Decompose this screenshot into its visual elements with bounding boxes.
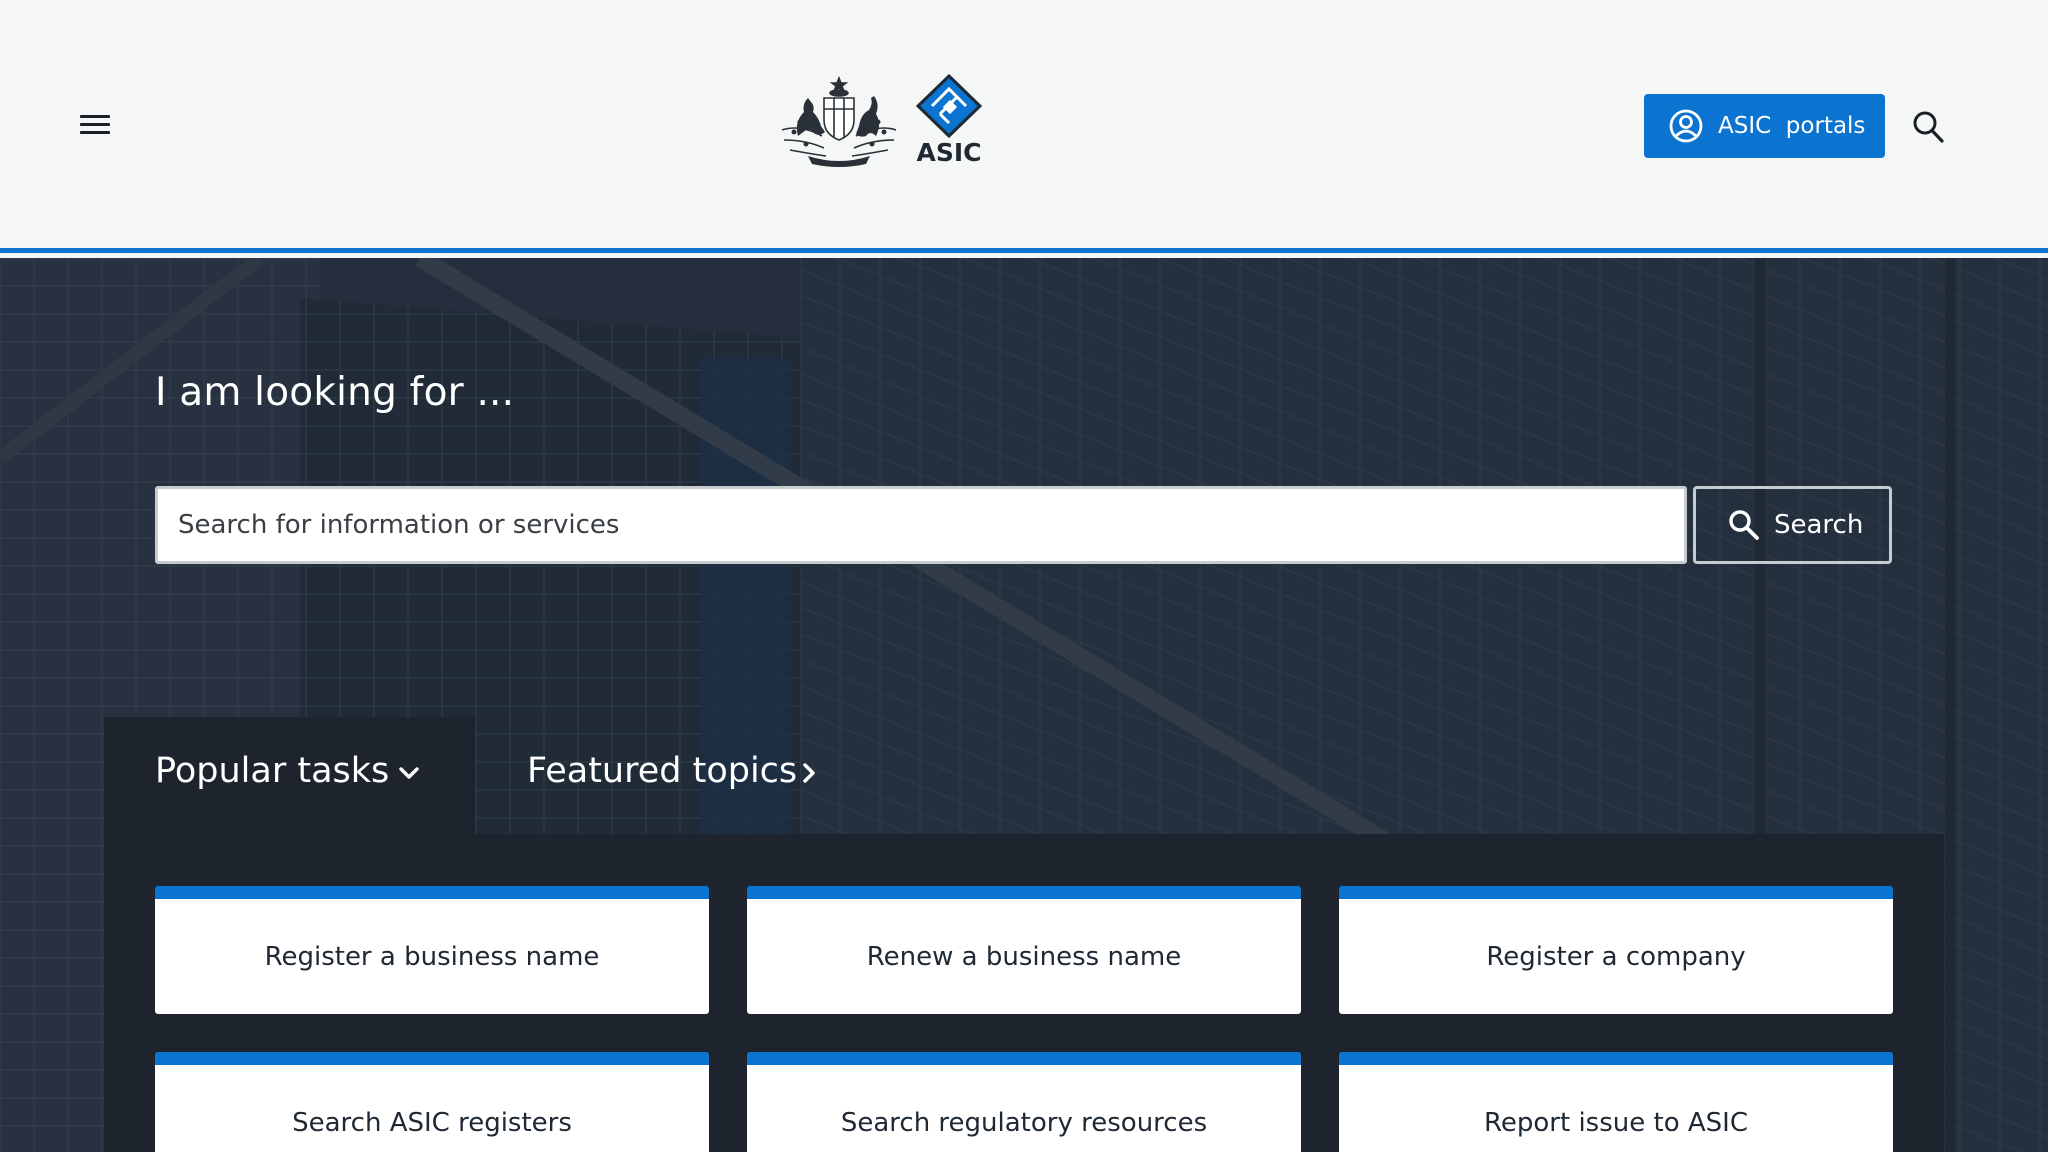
task-card-search-asic-registers[interactable]: Search ASIC registers <box>155 1052 709 1152</box>
task-card-label: Report issue to ASIC <box>1484 1107 1748 1138</box>
task-card-register-company[interactable]: Register a company <box>1339 886 1893 1014</box>
chevron-right-icon <box>803 763 815 783</box>
task-card-report-issue[interactable]: Report issue to ASIC <box>1339 1052 1893 1152</box>
tab-featured-topics-label: Featured topics <box>527 751 798 791</box>
commonwealth-coat-of-arms-icon[interactable] <box>776 74 902 168</box>
tab-popular-tasks[interactable]: Popular tasks <box>104 717 475 834</box>
task-card-label: Register a business name <box>264 941 600 972</box>
asic-wordmark: ASIC <box>916 138 982 167</box>
asic-portals-button[interactable]: ASIC portals <box>1644 94 1885 158</box>
search-icon <box>1729 510 1759 540</box>
asic-logo[interactable]: ASIC <box>912 73 986 172</box>
user-circle-icon <box>1669 109 1703 143</box>
hero-section: I am looking for ... Search Popular task… <box>0 258 2048 1152</box>
search-icon[interactable] <box>1912 110 1944 144</box>
task-card-label: Register a company <box>1486 941 1746 972</box>
hero-title: I am looking for ... <box>155 370 515 415</box>
asic-diamond-logo-icon <box>915 73 983 139</box>
tab-featured-topics[interactable]: Featured topics <box>475 717 855 834</box>
task-card-label: Renew a business name <box>866 941 1182 972</box>
task-card-register-business-name[interactable]: Register a business name <box>155 886 709 1014</box>
chevron-down-icon <box>399 767 419 779</box>
search-button[interactable]: Search <box>1693 486 1892 564</box>
task-card-search-regulatory-resources[interactable]: Search regulatory resources <box>747 1052 1301 1152</box>
task-card-renew-business-name[interactable]: Renew a business name <box>747 886 1301 1014</box>
search-button-label: Search <box>1774 510 1864 540</box>
hamburger-menu-icon[interactable] <box>78 110 112 140</box>
task-card-label: Search ASIC registers <box>292 1107 572 1138</box>
asic-portals-label: ASIC portals <box>1718 113 1866 139</box>
search-input[interactable] <box>155 486 1687 564</box>
tab-popular-tasks-label: Popular tasks <box>155 751 390 791</box>
popular-tasks-panel: Register a business name Renew a busines… <box>104 834 1944 1152</box>
site-header: ASIC ASIC portals <box>0 0 2048 253</box>
task-card-label: Search regulatory resources <box>840 1107 1208 1138</box>
